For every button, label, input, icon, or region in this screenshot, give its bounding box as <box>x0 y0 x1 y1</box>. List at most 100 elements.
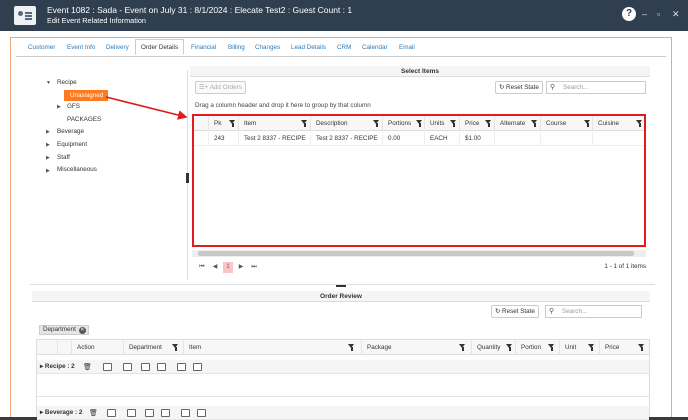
maximize-button[interactable]: ▫ <box>657 9 660 19</box>
tab-delivery[interactable]: Delivery <box>106 40 129 56</box>
note-icon[interactable] <box>177 363 186 371</box>
expand-recipe-icon[interactable]: ▼ <box>46 80 51 86</box>
order-reset-state-button[interactable]: ↻ Reset State <box>491 305 539 318</box>
filter-icon[interactable] <box>531 120 538 127</box>
image-icon[interactable] <box>157 363 166 371</box>
last-page-icon[interactable]: ⏭ <box>249 262 259 273</box>
tree-equipment[interactable]: Equipment <box>57 141 87 148</box>
expand-staff-icon[interactable]: ▶ <box>46 155 50 161</box>
scrollbar-thumb[interactable] <box>198 251 634 256</box>
tab-customer[interactable]: Customer <box>28 40 55 56</box>
col-order-price[interactable]: Price <box>599 340 649 355</box>
horizontal-scrollbar[interactable] <box>192 250 646 257</box>
col-alternate[interactable]: Alternate <box>494 116 540 131</box>
col-units[interactable]: Units <box>424 116 459 131</box>
filter-icon[interactable] <box>373 120 380 127</box>
image-icon[interactable] <box>161 409 170 417</box>
list-icon[interactable] <box>123 363 132 371</box>
group-row-recipe[interactable]: ▸ Recipe : 2 🗑 <box>37 360 649 374</box>
group-row-beverage[interactable]: ▸ Beverage : 2 🗑 <box>37 406 649 420</box>
filter-icon[interactable] <box>485 120 492 127</box>
tab-order-details[interactable]: Order Details <box>135 39 185 55</box>
tree-beverage[interactable]: Beverage <box>57 128 84 135</box>
filter-icon[interactable] <box>450 120 457 127</box>
filter-icon[interactable] <box>506 344 513 351</box>
tree-gfs[interactable]: GFS <box>67 103 80 110</box>
reset-state-button[interactable]: ↻ Reset State <box>495 81 543 94</box>
tab-email[interactable]: Email <box>399 40 415 56</box>
tree-miscellaneous[interactable]: Miscellaneous <box>57 166 97 173</box>
filter-icon[interactable] <box>348 344 355 351</box>
col-package[interactable]: Package <box>361 340 471 355</box>
filter-icon[interactable] <box>459 344 466 351</box>
minimize-button[interactable]: – <box>642 9 647 19</box>
select-items-search[interactable]: ⚲ Search... <box>546 81 646 94</box>
sort-icon[interactable] <box>107 409 116 417</box>
col-description[interactable]: Description <box>310 116 382 131</box>
col-pk[interactable]: Pk <box>208 116 238 131</box>
truck-icon[interactable] <box>145 409 154 417</box>
filter-icon[interactable] <box>588 344 595 351</box>
col-portion[interactable]: Portion <box>515 340 559 355</box>
group-chip-department[interactable]: Department ✕ <box>39 325 89 335</box>
add-orders-button[interactable]: ☰+ Add Orders <box>195 81 246 94</box>
note-icon[interactable] <box>181 409 190 417</box>
next-page-icon[interactable]: ▶ <box>236 262 246 273</box>
tree-recipe[interactable]: Recipe <box>57 79 77 86</box>
tree-staff[interactable]: Staff <box>57 154 70 161</box>
expand-misc-icon[interactable]: ▶ <box>46 168 50 174</box>
current-page[interactable]: 1 <box>223 262 233 273</box>
tab-calendar[interactable]: Calendar <box>362 40 388 56</box>
tab-billing[interactable]: Billing <box>228 40 245 56</box>
prev-page-icon[interactable]: ◀ <box>210 262 220 273</box>
tab-changes[interactable]: Changes <box>255 40 280 56</box>
col-order-price-label: Price <box>605 344 620 351</box>
first-page-icon[interactable]: ⏮ <box>197 262 207 273</box>
col-department[interactable]: Department <box>123 340 183 355</box>
tab-lead-details[interactable]: Lead Details <box>291 40 326 56</box>
tab-financial[interactable]: Financial <box>191 40 216 56</box>
filter-icon[interactable] <box>638 344 645 351</box>
sort-icon[interactable] <box>103 363 112 371</box>
col-portions[interactable]: Portions <box>382 116 424 131</box>
tree-packages[interactable]: PACKAGES <box>67 116 101 123</box>
filter-icon[interactable] <box>584 120 591 127</box>
help-icon[interactable]: ? <box>622 7 636 21</box>
tab-crm[interactable]: CRM <box>337 40 351 56</box>
trash-icon[interactable]: 🗑 <box>89 409 98 417</box>
col-quantity[interactable]: Quantity <box>471 340 515 355</box>
table-row[interactable]: 243 Test 2 8337 - RECIPE Test 2 8337 - R… <box>194 132 644 146</box>
truck-icon[interactable] <box>141 363 150 371</box>
col-item[interactable]: Item <box>238 116 310 131</box>
col-course[interactable]: Course <box>540 116 592 131</box>
filter-icon[interactable] <box>416 120 423 127</box>
tree-unassigned[interactable]: Unassigned <box>64 90 108 101</box>
remove-group-icon[interactable]: ✕ <box>78 327 86 334</box>
trash-icon[interactable]: 🗑 <box>83 363 92 371</box>
group-drop-area[interactable]: Drag a column header and drop it here to… <box>195 102 371 109</box>
close-button[interactable]: ✕ <box>672 9 680 20</box>
col-unit[interactable]: Unit <box>559 340 599 355</box>
col-price[interactable]: Price <box>459 116 494 131</box>
filter-icon[interactable] <box>636 120 643 127</box>
col-cuisine[interactable]: Cuisine <box>592 116 644 131</box>
col-alternate-label: Alternate <box>500 120 526 127</box>
expand-gfs-icon[interactable]: ▶ <box>57 104 61 110</box>
grid-icon[interactable] <box>193 363 202 371</box>
splitter-grip[interactable] <box>186 173 189 183</box>
expand-equipment-icon[interactable]: ▶ <box>46 142 50 148</box>
order-review-search[interactable]: ⚲ Search... <box>545 305 642 318</box>
filter-icon[interactable] <box>229 120 236 127</box>
col-order-item[interactable]: Item <box>183 340 361 355</box>
grid-icon[interactable] <box>197 409 206 417</box>
col-action[interactable]: Action <box>71 340 123 355</box>
list-icon[interactable] <box>127 409 136 417</box>
expand-beverage-icon[interactable]: ▶ <box>46 129 50 135</box>
filter-icon[interactable] <box>301 120 308 127</box>
filter-icon[interactable] <box>172 344 179 351</box>
tab-event-info[interactable]: Event Info <box>67 40 95 56</box>
row-select-cell[interactable] <box>194 132 208 146</box>
col-department-label: Department <box>129 344 162 351</box>
splitter-grip[interactable] <box>336 285 346 287</box>
filter-icon[interactable] <box>548 344 555 351</box>
